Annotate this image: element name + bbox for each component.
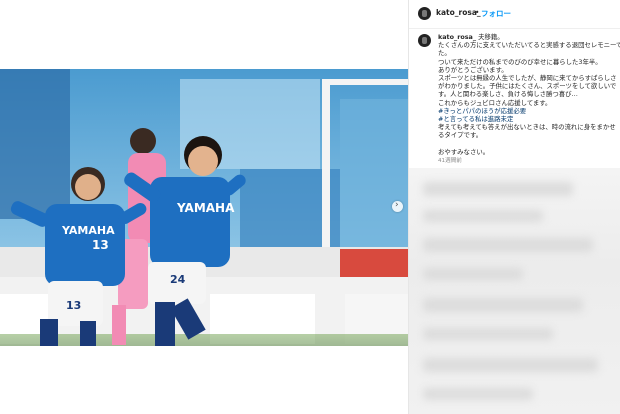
- caption-line: ついて来ただけの私までのびのび幸せに暮らした3年半。: [438, 57, 602, 66]
- post-header: kato_rosa_ • フォロー: [409, 0, 620, 29]
- left-jersey-sponsor: YAMAHA: [61, 224, 115, 237]
- post-side-panel: kato_rosa_ • フォロー kato_rosa_ 夫移籍。 たくさんの方…: [409, 0, 620, 414]
- caption-line: ありがとうございます。: [438, 65, 508, 74]
- post-photo[interactable]: YAMAHA YAMAHA 13 13 24: [0, 69, 408, 346]
- caption-avatar[interactable]: [418, 34, 431, 47]
- follow-button[interactable]: フォロー: [481, 8, 511, 19]
- photo-illustration: YAMAHA YAMAHA 13 13 24: [0, 69, 408, 346]
- caption-line: た。: [438, 49, 451, 58]
- caption-line: す。人と関わる楽しさ、負ける悔しさ勝つ喜び…: [438, 90, 578, 99]
- caption-line: たくさんの方に支えていただいてると実感する退団セレモニーでし: [438, 41, 620, 50]
- hashtag-link[interactable]: #と言ってる私は進路未定: [438, 115, 620, 123]
- blurred-comments-area: [409, 168, 620, 414]
- left-jersey-number: 13: [92, 238, 109, 252]
- caption-line: これからもジュビロさん応援してます。: [438, 98, 552, 107]
- caption-first-line: 夫移籍。: [478, 33, 504, 41]
- hashtag-link[interactable]: #きっとパパのほうが応援必要: [438, 107, 620, 115]
- left-shorts-number: 13: [66, 299, 81, 312]
- right-jersey-sponsor: YAMAHA: [176, 201, 235, 215]
- caption-line: スポーツとは無縁の人生でしたが、静岡に来てからすばらしさ: [438, 74, 617, 83]
- caption-line: るタイプです。: [438, 131, 483, 140]
- caption-username[interactable]: kato_rosa_: [438, 33, 476, 41]
- header-username[interactable]: kato_rosa_: [436, 8, 481, 17]
- chevron-right-icon: ›: [395, 200, 399, 210]
- right-shorts-number: 24: [170, 273, 186, 286]
- post-timestamp[interactable]: 41週間前: [438, 156, 462, 164]
- avatar[interactable]: [418, 7, 431, 20]
- separator-dot: •: [475, 8, 480, 17]
- post-caption: kato_rosa_ 夫移籍。 たくさんの方に支えていただいてると実感する退団セ…: [438, 33, 620, 156]
- caption-good-night: おやすみなさい。: [438, 147, 490, 156]
- next-photo-button[interactable]: ›: [392, 200, 403, 212]
